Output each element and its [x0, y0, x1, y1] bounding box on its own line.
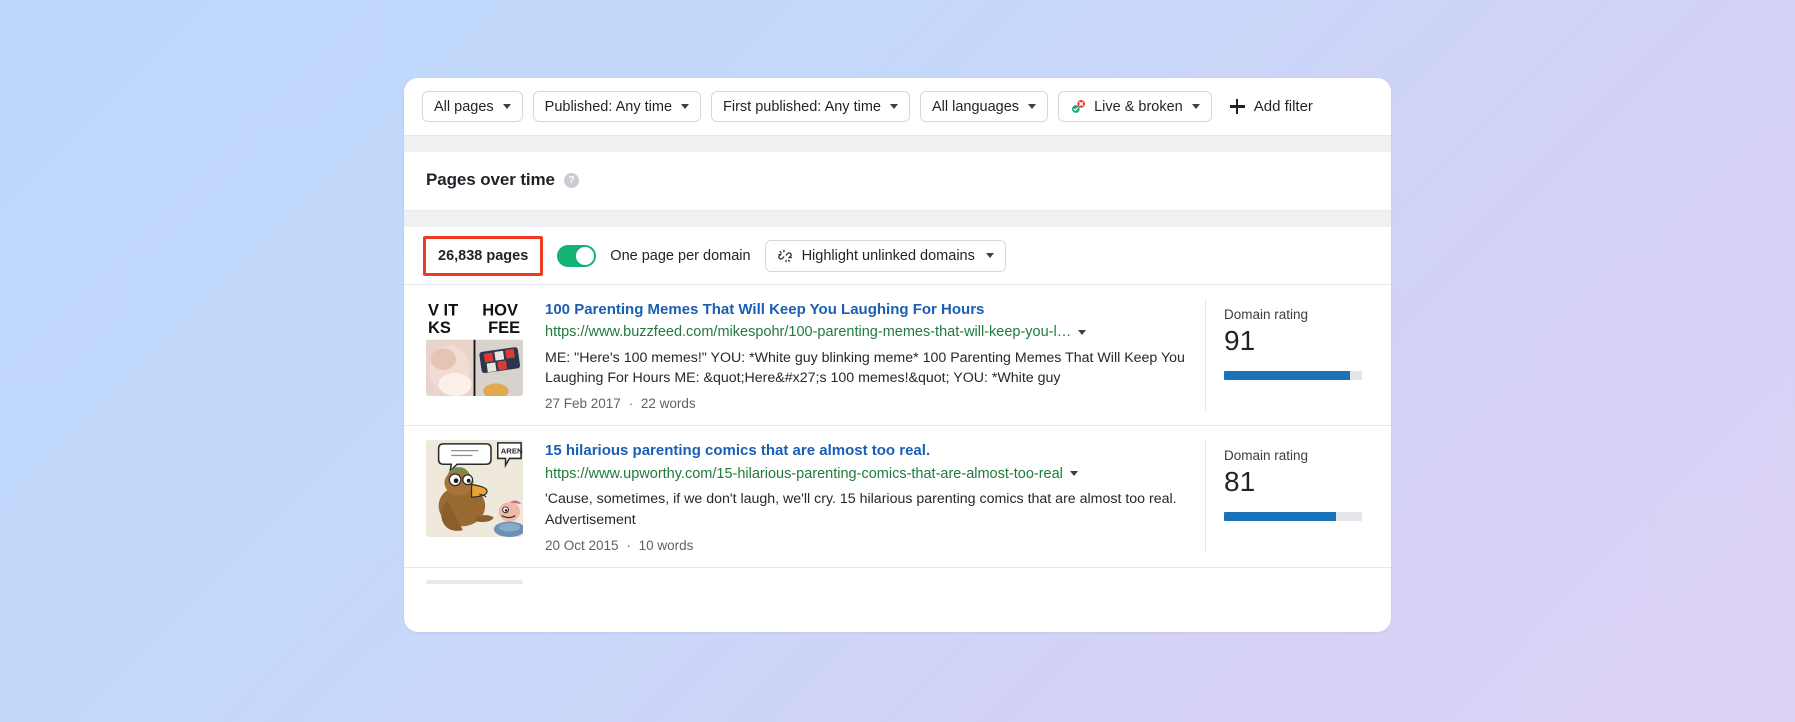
- domain-rating-value: 91: [1224, 325, 1256, 356]
- filter-chip-label: All pages: [434, 98, 494, 115]
- results-list: V IT HOV KS FEE 100 Parenting Memes That…: [404, 285, 1391, 584]
- duck-cartoon-thumbnail[interactable]: AREN': [426, 440, 523, 538]
- plus-icon: [1229, 99, 1245, 114]
- result-url-link[interactable]: https://www.buzzfeed.com/mikespohr/100-p…: [545, 323, 1071, 342]
- result-description: 'Cause, sometimes, if we don't laugh, we…: [545, 491, 1177, 528]
- highlight-unlinked-domains-label: Highlight unlinked domains: [801, 247, 975, 264]
- domain-rating-cell: Domain rating 91: [1205, 299, 1391, 412]
- toggle-knob: [576, 246, 595, 265]
- result-date: 27 Feb 2017: [545, 396, 621, 412]
- chevron-down-icon: [985, 253, 994, 258]
- svg-text:KS: KS: [428, 319, 451, 337]
- meta-separator: ·: [628, 396, 634, 412]
- chevron-down-icon: [1191, 104, 1200, 109]
- svg-text:HOV: HOV: [482, 301, 518, 319]
- result-url-line: https://www.upworthy.com/15-hilarious-pa…: [545, 465, 1189, 484]
- filter-chip-label: Live & broken: [1094, 98, 1183, 115]
- broken-link-icon: [1070, 98, 1087, 115]
- result-content: 15 hilarious parenting comics that are a…: [545, 440, 1205, 552]
- add-filter-label: Add filter: [1253, 98, 1313, 115]
- result-date: 20 Oct 2015: [545, 537, 619, 553]
- unlink-icon: [777, 248, 793, 264]
- result-url-line: https://www.buzzfeed.com/mikespohr/100-p…: [545, 323, 1189, 342]
- result-thumbnail[interactable]: [426, 579, 523, 584]
- table-row[interactable]: [404, 568, 1391, 584]
- one-page-per-domain-label: One page per domain: [610, 247, 751, 264]
- domain-rating-label: Domain rating: [1224, 307, 1309, 322]
- svg-text:AREN': AREN': [501, 447, 523, 456]
- add-filter-button[interactable]: Add filter: [1222, 91, 1321, 122]
- pages-over-time-panel-header: Pages over time ?: [404, 152, 1391, 211]
- one-page-per-domain-toggle[interactable]: [557, 244, 597, 267]
- results-controls-row: 26,838 pages One page per domain Highlig…: [404, 227, 1391, 285]
- help-question-icon[interactable]: ?: [563, 172, 579, 188]
- filter-chip-published[interactable]: Published: Any time: [532, 91, 702, 122]
- chevron-down-icon: [681, 104, 690, 109]
- domain-rating-label: Domain rating: [1224, 448, 1309, 464]
- domain-rating-bar-fill: [1224, 370, 1350, 380]
- result-word-count: 10 words: [638, 537, 694, 553]
- result-content: 100 Parenting Memes That Will Keep You L…: [545, 299, 1205, 411]
- result-url-link[interactable]: https://www.upworthy.com/15-hilarious-pa…: [545, 465, 1063, 484]
- pages-count-highlight-box: 26,838 pages: [423, 235, 544, 276]
- filter-chip-label: Published: Any time: [544, 98, 673, 115]
- domain-rating-bar-fill: [1224, 512, 1336, 522]
- result-meta: 27 Feb 2017 · 22 words: [545, 396, 1189, 411]
- chevron-down-icon: [889, 104, 898, 109]
- result-title-link[interactable]: 15 hilarious parenting comics that are a…: [545, 441, 1189, 460]
- filter-chip-all-pages[interactable]: All pages: [422, 91, 523, 122]
- chevron-down-icon: [502, 104, 511, 109]
- domain-rating-bar: [1224, 512, 1362, 522]
- result-word-count: 22 words: [640, 396, 696, 412]
- filter-chip-label: All languages: [931, 98, 1020, 115]
- filter-chip-languages[interactable]: All languages: [919, 91, 1049, 122]
- filter-chip-label: First published: Any time: [723, 98, 881, 115]
- domain-rating-bar: [1224, 370, 1362, 380]
- result-content: [545, 580, 1391, 584]
- filter-bar: All pages Published: Any time First publ…: [404, 78, 1391, 136]
- svg-text:V IT: V IT: [428, 301, 458, 319]
- result-meta: 20 Oct 2015 · 10 words: [545, 538, 1189, 553]
- section-divider-strip-2: [404, 211, 1391, 227]
- meme-collage-thumbnail[interactable]: V IT HOV KS FEE: [426, 299, 523, 396]
- chevron-down-icon[interactable]: [1069, 471, 1078, 477]
- app-window: All pages Published: Any time First publ…: [404, 78, 1391, 632]
- highlight-unlinked-domains-button[interactable]: Highlight unlinked domains: [764, 239, 1006, 272]
- svg-text:FEE: FEE: [488, 319, 520, 337]
- chevron-down-icon[interactable]: [1078, 330, 1087, 336]
- filter-chip-first-published[interactable]: First published: Any time: [711, 91, 910, 122]
- result-title-link[interactable]: 100 Parenting Memes That Will Keep You L…: [545, 300, 1189, 319]
- chevron-down-icon: [1028, 104, 1037, 109]
- page-title: Pages over time: [426, 170, 555, 189]
- filter-chip-live-and-broken[interactable]: Live & broken: [1058, 91, 1212, 122]
- domain-rating-cell: Domain rating 81: [1205, 440, 1391, 553]
- table-row[interactable]: V IT HOV KS FEE 100 Parenting Memes That…: [404, 285, 1391, 427]
- meta-separator: ·: [626, 537, 631, 553]
- domain-rating-value: 81: [1224, 466, 1256, 498]
- table-row[interactable]: AREN' 15 hilarious parenting comics that…: [404, 426, 1391, 568]
- result-description: ME: "Here's 100 memes!" YOU: *White guy …: [545, 350, 1185, 387]
- section-divider-strip: [404, 136, 1391, 152]
- panel-title-row: Pages over time ?: [426, 170, 1369, 190]
- pages-count-value: 26,838 pages: [438, 247, 529, 264]
